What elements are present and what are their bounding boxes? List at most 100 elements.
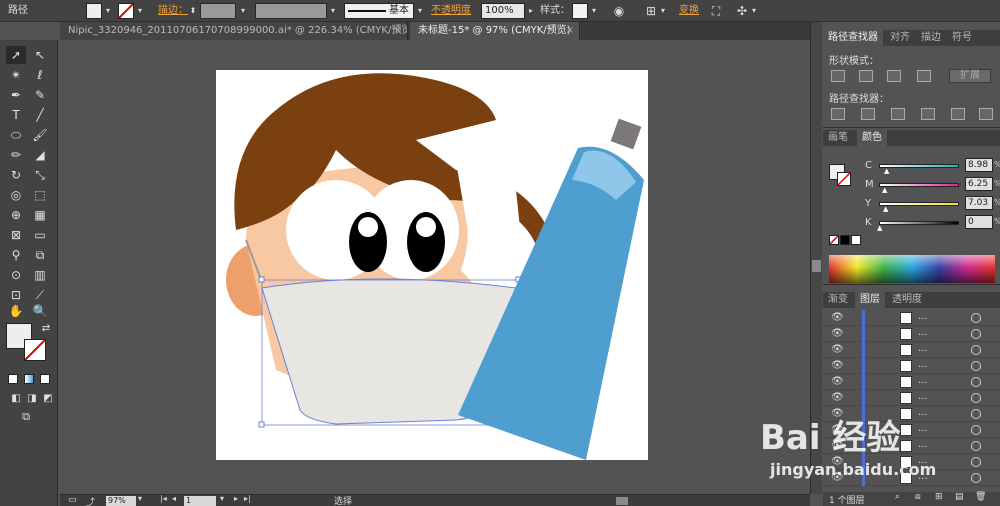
exclude-icon[interactable] xyxy=(917,70,931,82)
opacity-arrow-icon[interactable]: ▸ xyxy=(526,3,536,19)
arrange-dropdown-icon[interactable]: ▾ xyxy=(749,3,759,19)
target-icon[interactable] xyxy=(971,345,981,355)
align-icon[interactable]: ⊞ xyxy=(643,3,659,19)
channel-value-field[interactable]: 7.03 xyxy=(965,196,993,210)
slider-thumb-icon[interactable]: ▲ xyxy=(883,205,888,213)
make-clipping-mask-icon[interactable]: ⧈ xyxy=(915,492,921,502)
mesh-tool-icon[interactable]: ⊠ xyxy=(6,226,26,244)
target-icon[interactable] xyxy=(971,425,981,435)
graphic-style-swatch[interactable] xyxy=(572,3,588,19)
transform-label[interactable]: 变换 xyxy=(679,3,699,19)
fill-swatch[interactable] xyxy=(86,3,102,19)
trim-icon[interactable] xyxy=(861,108,875,120)
slider-thumb-icon[interactable]: ▲ xyxy=(882,186,887,194)
tab-document-2[interactable]: 未标题-15* @ 97% (CMYK/预览) × xyxy=(410,22,580,40)
channel-slider[interactable] xyxy=(879,221,959,225)
layer-row[interactable]: 👁... xyxy=(823,358,1000,374)
fill-dropdown-icon[interactable]: ▾ xyxy=(103,3,113,19)
minus-front-icon[interactable] xyxy=(859,70,873,82)
last-artboard-icon[interactable]: ▸| xyxy=(244,494,251,503)
style-dropdown-icon[interactable]: ▾ xyxy=(589,3,599,19)
channel-value-field[interactable]: 8.98 xyxy=(965,158,993,172)
channel-value-field[interactable]: 6.25 xyxy=(965,177,993,191)
share-icon[interactable]: ⤴ xyxy=(86,495,95,506)
tab-document-1[interactable]: Nipic_3320946_20110706170708999000.ai* @… xyxy=(60,22,408,40)
eye-icon[interactable]: 👁 xyxy=(831,360,844,372)
delete-layer-icon[interactable]: 🗑 xyxy=(975,492,986,502)
tab-stroke[interactable]: 描边 xyxy=(916,30,946,46)
perspective-grid-tool-icon[interactable]: ▦ xyxy=(30,206,50,224)
target-icon[interactable] xyxy=(971,473,981,483)
new-layer-icon[interactable]: ▤ xyxy=(955,492,964,502)
artboard-field[interactable]: 1 xyxy=(184,496,216,506)
pen-tool-icon[interactable]: ✒ xyxy=(6,86,26,104)
target-icon[interactable] xyxy=(971,457,981,467)
eye-icon[interactable]: 👁 xyxy=(831,328,844,340)
layer-row[interactable]: 👁... xyxy=(823,342,1000,358)
isolate-icon[interactable]: ⛶ xyxy=(708,3,724,19)
magic-wand-tool-icon[interactable]: ✴ xyxy=(6,66,26,84)
tab-color[interactable]: 颜色 xyxy=(857,130,887,146)
stroke-swatch[interactable] xyxy=(118,3,134,19)
color-spectrum[interactable] xyxy=(829,255,995,283)
artboard[interactable] xyxy=(216,70,648,460)
layer-row[interactable]: 👁... xyxy=(823,310,1000,326)
close-icon[interactable]: × xyxy=(566,22,574,40)
slider-thumb-icon[interactable]: ▲ xyxy=(884,167,889,175)
scale-tool-icon[interactable]: ⤡ xyxy=(30,166,50,184)
blend-tool-icon[interactable]: ⧉ xyxy=(30,246,50,264)
profile-dropdown-icon[interactable]: ▾ xyxy=(328,3,338,19)
type-tool-icon[interactable]: T xyxy=(6,106,26,124)
tab-brushes[interactable]: 画笔 xyxy=(823,130,853,146)
warp-tool-icon[interactable]: ◎ xyxy=(6,186,26,204)
outline-icon[interactable] xyxy=(951,108,965,120)
first-artboard-icon[interactable]: |◂ xyxy=(160,494,167,503)
pencil-tool-icon[interactable]: ✏ xyxy=(6,146,26,164)
tab-gradient[interactable]: 渐变 xyxy=(823,292,853,308)
divide-icon[interactable] xyxy=(831,108,845,120)
brush-definition[interactable]: 基本 xyxy=(344,3,414,19)
layers-toggle-icon[interactable]: ▭ xyxy=(68,495,77,505)
artboard-dropdown-icon[interactable]: ▾ xyxy=(220,494,224,503)
next-artboard-icon[interactable]: ▸ xyxy=(234,494,238,503)
stroke-color-box[interactable] xyxy=(24,339,46,361)
selection-tool-icon[interactable]: ➚ xyxy=(6,46,26,64)
stroke-weight-field[interactable] xyxy=(200,3,236,19)
ellipse-tool-icon[interactable]: ⬭ xyxy=(6,126,26,144)
target-icon[interactable] xyxy=(971,361,981,371)
symbol-sprayer-tool-icon[interactable]: ⊙ xyxy=(6,266,26,284)
draw-inside-icon[interactable]: ◩ xyxy=(38,390,58,408)
zoom-field[interactable]: 97% xyxy=(106,496,136,506)
stroke-label[interactable]: 描边： xyxy=(158,3,188,19)
tab-layers[interactable]: 图层 xyxy=(855,292,885,308)
brush-dropdown-icon[interactable]: ▾ xyxy=(415,3,425,19)
tab-pathfinder[interactable]: 路径查找器 xyxy=(823,30,883,46)
hand-tool-icon[interactable]: ✋ xyxy=(6,302,26,320)
zoom-dropdown-icon[interactable]: ▾ xyxy=(138,494,142,503)
merge-icon[interactable] xyxy=(891,108,905,120)
vertical-scroll-thumb[interactable] xyxy=(812,260,821,272)
close-icon[interactable]: × xyxy=(394,22,402,40)
arrange-icon[interactable]: ✣ xyxy=(734,3,750,19)
paintbrush-tool-icon[interactable]: 🖌 xyxy=(30,126,50,144)
channel-slider[interactable] xyxy=(879,202,959,206)
black-swatch[interactable] xyxy=(840,235,850,245)
target-icon[interactable] xyxy=(971,329,981,339)
stroke-weight-stepper-icon[interactable]: ⬍ xyxy=(188,3,198,19)
horizontal-scroll-thumb[interactable] xyxy=(616,497,628,505)
tab-symbols[interactable]: 符号 xyxy=(947,30,977,46)
direct-selection-tool-icon[interactable]: ↖ xyxy=(30,46,50,64)
eye-icon[interactable]: 👁 xyxy=(831,376,844,388)
intersect-icon[interactable] xyxy=(887,70,901,82)
white-swatch[interactable] xyxy=(851,235,861,245)
eraser-tool-icon[interactable]: ◢ xyxy=(30,146,50,164)
slider-thumb-icon[interactable]: ▲ xyxy=(877,224,882,232)
screen-mode-icon[interactable]: ⧉ xyxy=(16,408,36,426)
crop-icon[interactable] xyxy=(921,108,935,120)
gradient-mode-icon[interactable] xyxy=(24,374,34,384)
eyedropper-tool-icon[interactable]: ⚲ xyxy=(6,246,26,264)
tab-align[interactable]: 对齐 xyxy=(885,30,915,46)
opacity-field[interactable]: 100% xyxy=(481,3,525,19)
line-tool-icon[interactable]: ╱ xyxy=(30,106,50,124)
rotate-tool-icon[interactable]: ↻ xyxy=(6,166,26,184)
